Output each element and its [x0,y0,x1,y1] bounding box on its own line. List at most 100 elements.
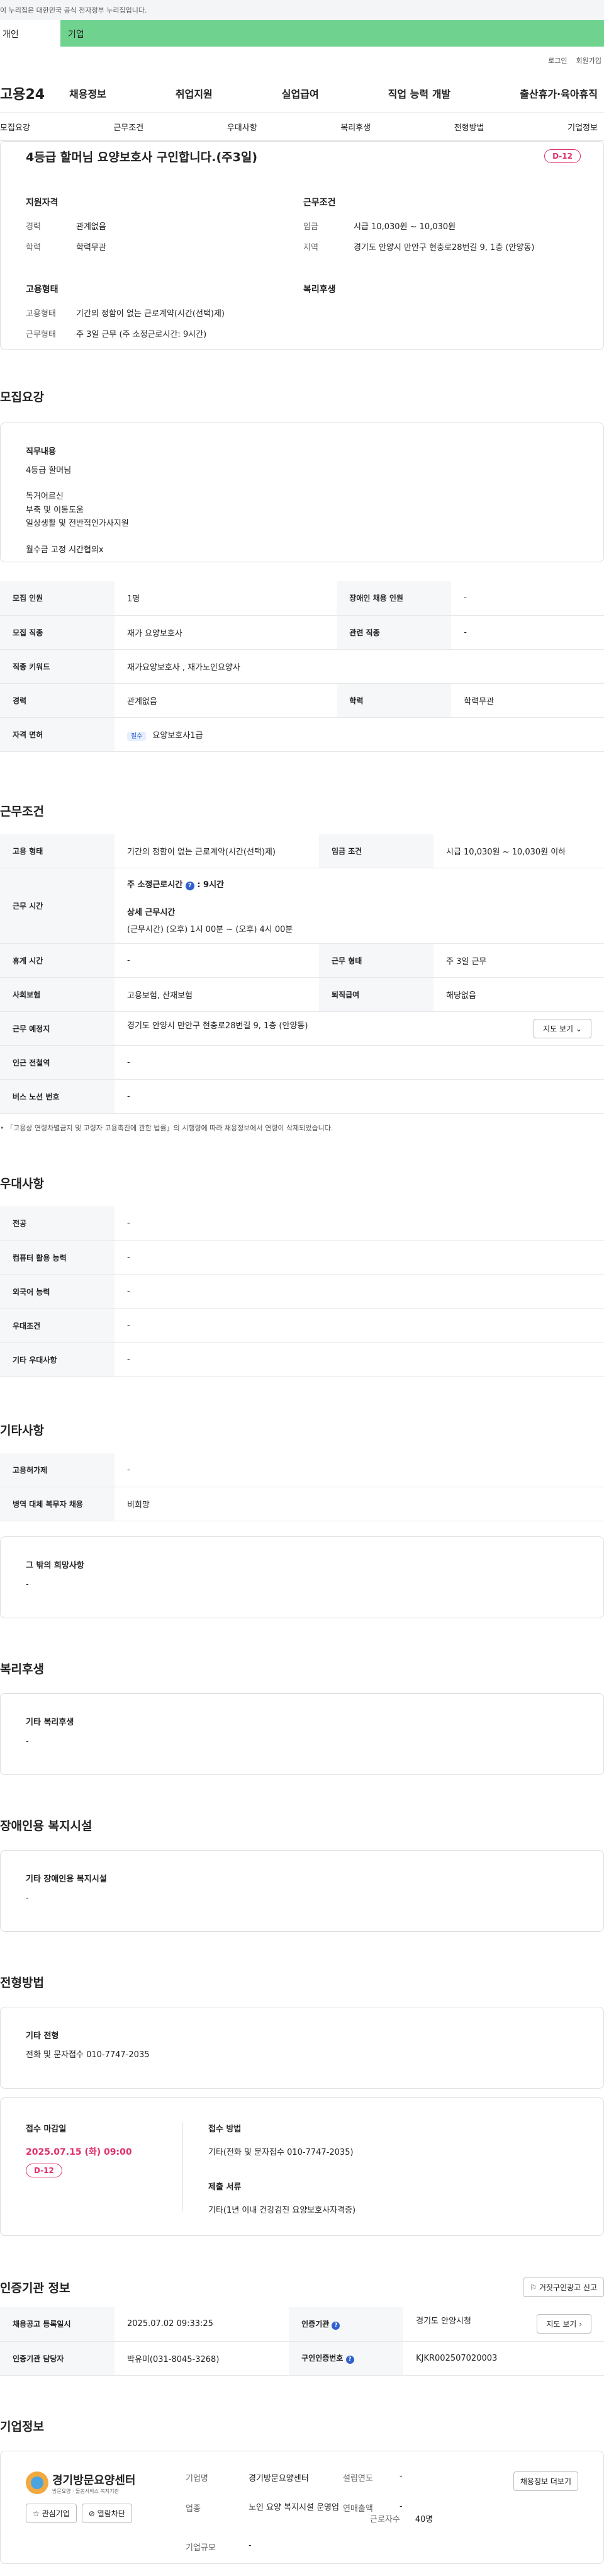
gnb-item-leave[interactable]: 출산휴가·육아휴직 [520,86,598,101]
cell-label: 병역 대체 복무자 채용 [0,1487,115,1521]
cell-value: - [115,1308,604,1343]
tab-personal[interactable]: 개인 [0,20,60,47]
gov-banner: 이 누리집은 대한민국 공식 전자정부 누리집입니다. [0,0,604,20]
apply-info-box: 접수 마감일 2025.07.15 (화) 09:00 D-12 접수 방법 기… [0,2097,604,2236]
other-hope-value: - [26,1580,29,1589]
map-button-label: 지도 보기 [543,1024,574,1033]
etc-section-title: 기타사항 [0,1423,44,1438]
deadline-value: 2025.07.15 (화) 09:00 [26,2147,132,2157]
table-row: 고용 형태 기간의 정함이 없는 근로계약(시간(선택)제) 임금 조건 시급 … [0,834,604,868]
company-name-label: 기업명 [186,2473,208,2483]
cell-value: 경기도 안양시 만안구 현충로28번길 9, 1층 (안양동) 지도 보기 ⌄ [115,1011,604,1046]
info-icon[interactable]: ? [345,2356,354,2364]
prefer-section-title: 우대사항 [0,1177,44,1191]
company-logo-sub: 방문요양 · 돌봄서비스 복지기관 [52,2488,119,2494]
job-description-label: 직무내용 [26,447,56,457]
block-view-button[interactable]: ⊘ 열람차단 [81,2503,132,2523]
org-map-button-label: 지도 보기 [546,2320,577,2329]
cell-label: 외국어 능력 [0,1274,115,1309]
cell-label: 장애인 채용 인원 [337,581,452,616]
wage-value: 시급 10,030원 ~ 10,030원 [354,222,456,232]
org-map-button[interactable]: 지도 보기 › [537,2314,591,2334]
location-value: 경기도 안양시 만안구 현충로28번길 9, 1층 (안양동) [354,243,535,252]
cell-value: 관계없음 [115,683,337,718]
report-button[interactable]: ⚐ 거짓구인광고 신고 [523,2278,604,2297]
cell-label: 고용 형태 [0,834,115,868]
weekly-hours-label: 주 소정근로시간 [127,880,183,890]
age-note: • 「고용상 연령차별금지 및 고령자 고용촉진에 관한 법률」의 시행령에 따… [0,1124,333,1132]
process-value: 전화 및 문자접수 010-7747-2035 [26,2050,150,2060]
table-row: 인증기관 담당자 박유미(031-8045-3268) 구인인증번호 ? KJK… [0,2341,604,2376]
cell-label: 학력 [337,683,452,718]
company-size-value: - [249,2540,252,2550]
cell-label: 모집 인원 [0,581,115,616]
report-button-label: 거짓구인광고 신고 [539,2283,597,2292]
cell-value: 1명 [115,581,337,616]
cell-value: - [115,1240,604,1275]
table-row: 사회보험 고용보험, 산재보험 퇴직급여 해당없음 [0,977,604,1012]
cell-label: 인증기관 담당자 [0,2341,115,2376]
company-jobs-button[interactable]: 채용정보 더보기 [513,2471,578,2491]
cell-value: - [115,943,319,978]
company-year-label: 설립연도 [343,2473,373,2483]
company-employees-label: 근로자수 [370,2514,400,2524]
info-icon[interactable]: ? [185,881,194,890]
signup-link[interactable]: 회원가입 [576,55,601,74]
subnav-welfare[interactable]: 복리후생 [340,121,371,133]
cell-value: 필수 요양보호사1급 [115,717,604,752]
employment-type-heading: 고용형태 [26,285,59,295]
wage-label: 임금 [303,222,318,232]
education-value: 학력무관 [76,243,106,252]
detail-hours-label: 상세 근무시간 [127,907,176,917]
table-row: 컴퓨터 활용 능력 - [0,1240,604,1275]
cell-value: - [115,1342,604,1377]
detail-hours-value: (근무시간) (오후) 1시 00분 ~ (오후) 4시 00분 [127,924,293,934]
map-button[interactable]: 지도 보기 ⌄ [534,1019,591,1038]
subnav-process[interactable]: 전형방법 [454,121,484,133]
login-link[interactable]: 로그인 [548,55,567,74]
table-row: 전공 - [0,1206,604,1241]
process-box: 기타 전형 전화 및 문자접수 010-7747-2035 [0,2007,604,2089]
cell-value: 시급 10,030원 ~ 10,030원 이하 [433,834,604,868]
worktype-label: 근무형태 [26,330,56,339]
job-line: 일상생활 및 전반적인가사지원 [26,519,129,529]
subnav-recruit[interactable]: 모집요강 [0,121,30,133]
cell-value: 주 3일 근무 [433,943,604,978]
report-icon: ⚐ [530,2283,537,2292]
welfare-label: 기타 복리후생 [26,1718,74,1727]
cell-value: - [115,1453,604,1487]
interest-company-button[interactable]: ☆ 관심기업 [26,2503,77,2523]
gnb-item-jobs[interactable]: 채용정보 [69,86,106,101]
subnav-work[interactable]: 근무조건 [113,121,143,133]
cell-label: 자격 면허 [0,717,115,752]
cell-label: 기타 우대사항 [0,1342,115,1377]
cell-value: 해당없음 [433,977,604,1012]
welfare-section-title: 복리후생 [0,1662,44,1676]
user-type-tabs: 개인 기업 [0,20,604,47]
method-label: 접수 방법 [208,2125,242,2134]
table-row: 경력 관계없음 학력 학력무관 [0,683,604,718]
cell-value: - [115,1079,604,1114]
gnb-item-training[interactable]: 직업 능력 개발 [388,86,450,101]
company-size-label: 기업규모 [186,2543,216,2553]
subnav-company[interactable]: 기업정보 [568,121,598,133]
gnb-item-employment-support[interactable]: 취업지원 [176,86,213,101]
cell-label: 임금 조건 [318,834,433,868]
cell-value: - [115,1206,604,1241]
company-employees-value: 40명 [415,2514,433,2524]
gnb-item-unemployment-benefit[interactable]: 실업급여 [282,86,319,101]
cell-label: 근무 예정지 [0,1011,115,1046]
table-row: 근무 예정지 경기도 안양시 만안구 현충로28번길 9, 1층 (안양동) 지… [0,1011,604,1046]
cell-label: 근무 시간 [0,868,115,944]
company-section-title: 기업정보 [0,2419,44,2434]
subnav-prefer[interactable]: 우대사항 [227,121,257,133]
cell-label: 퇴직급여 [318,977,433,1012]
cell-label: 인근 전철역 [0,1045,115,1080]
cell-label: 휴게 시간 [0,943,115,978]
work-place-value: 경기도 안양시 만안구 현충로28번길 9, 1층 (안양동) [127,1021,308,1031]
info-icon[interactable]: ? [332,2321,340,2330]
disabled-label: 기타 장애인용 복지시설 [26,1875,107,1884]
job-line: 부축 및 이동도움 [26,505,84,515]
tab-company[interactable]: 기업 [60,20,123,47]
site-logo[interactable]: 고용24 [0,83,69,103]
